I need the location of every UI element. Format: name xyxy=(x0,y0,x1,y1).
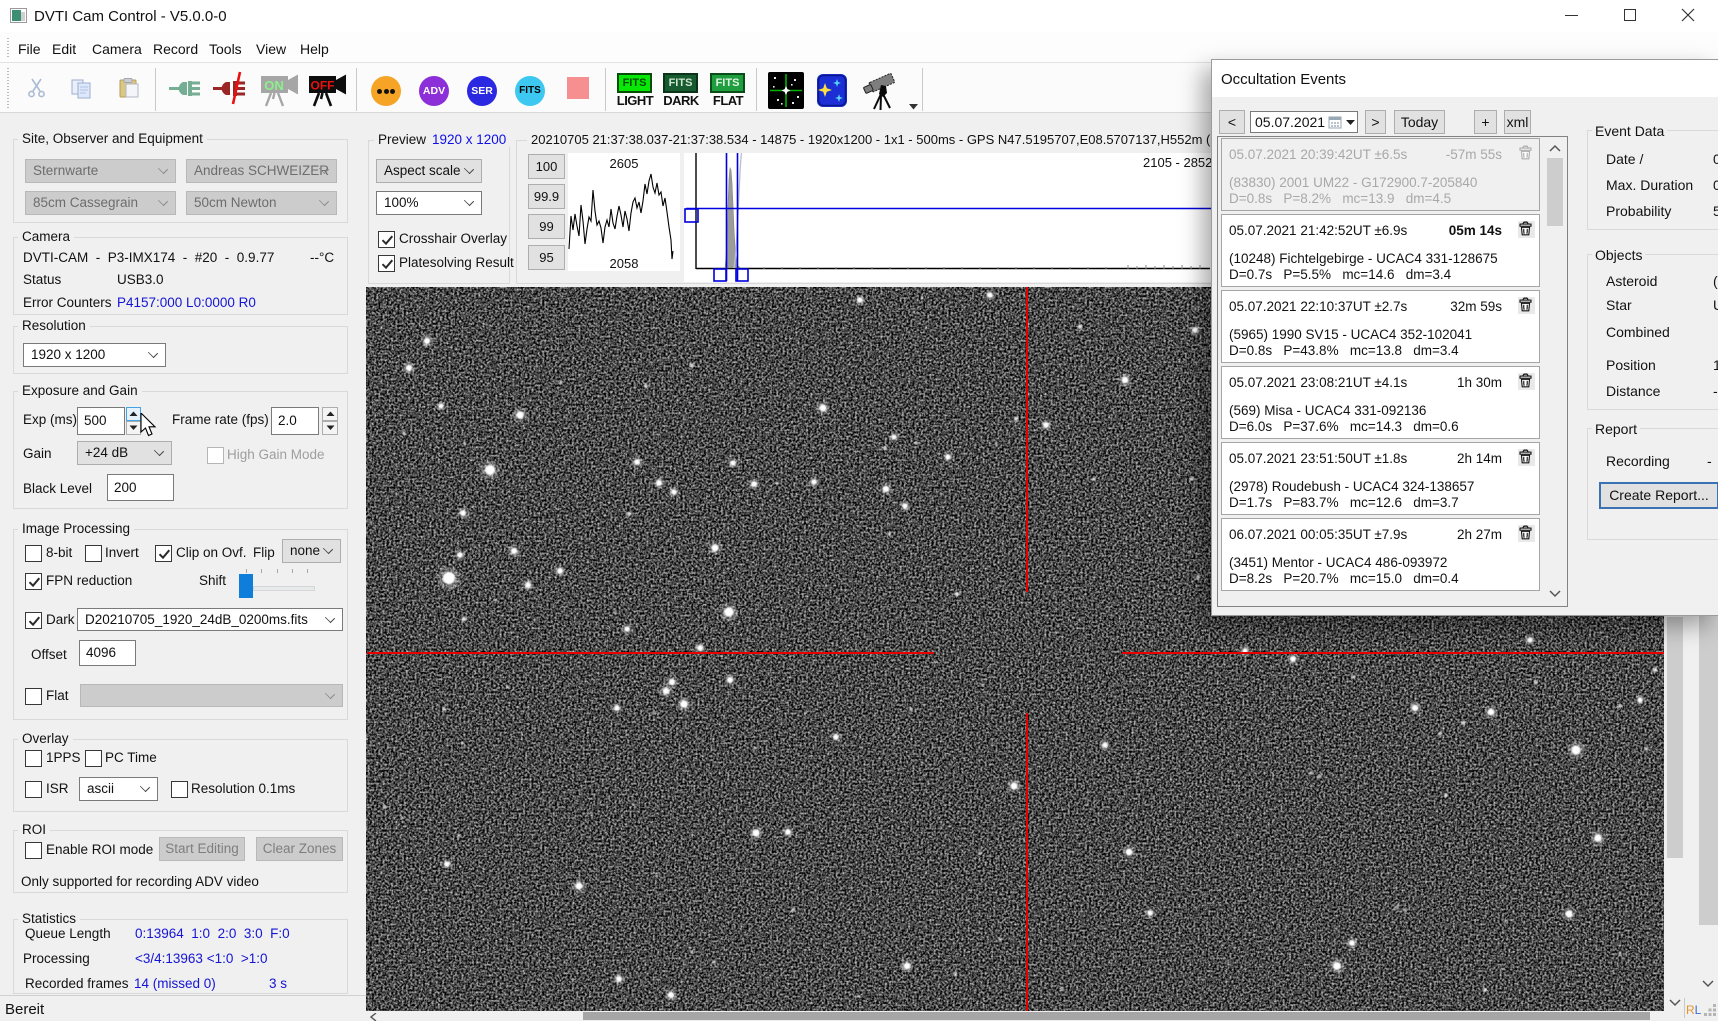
svg-text:OFF: OFF xyxy=(311,79,335,93)
svg-text:ON: ON xyxy=(264,78,284,93)
